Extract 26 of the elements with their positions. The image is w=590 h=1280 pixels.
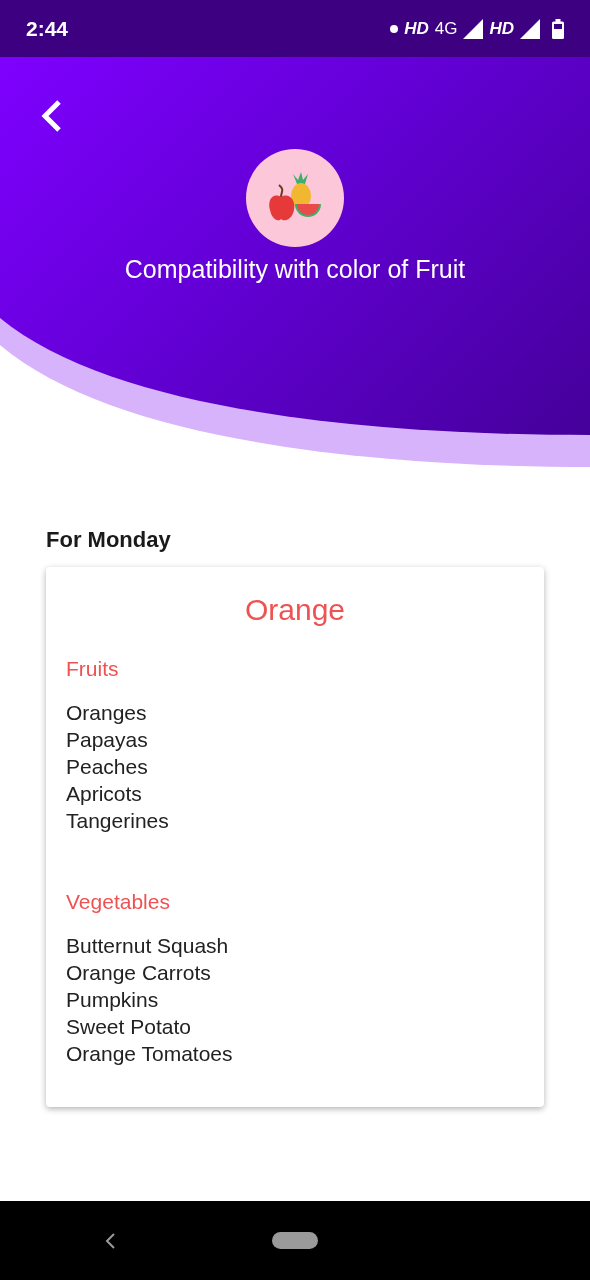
battery-icon bbox=[552, 18, 564, 39]
status-time: 2:44 bbox=[26, 16, 69, 41]
produce-item: Oranges bbox=[66, 700, 148, 726]
signal-icon bbox=[463, 18, 484, 39]
group-label: Vegetables bbox=[66, 890, 171, 914]
signal-icon bbox=[520, 18, 540, 39]
produce-item: Papayas bbox=[66, 727, 149, 753]
back-icon bbox=[40, 99, 64, 133]
header-title: Compatibility with color of Fruit bbox=[124, 255, 466, 284]
produce-item: Peaches bbox=[66, 754, 149, 780]
network-indicator: 4G bbox=[434, 18, 458, 39]
produce-item: Pumpkins bbox=[66, 987, 160, 1013]
network-indicator: HD bbox=[489, 18, 514, 39]
back-icon bbox=[104, 1231, 116, 1250]
color-name: Orange bbox=[243, 593, 347, 627]
home-button[interactable] bbox=[272, 1232, 318, 1249]
day-heading: For Monday bbox=[46, 527, 172, 553]
produce-item: Tangerines bbox=[66, 808, 170, 834]
group-label: Fruits bbox=[66, 657, 120, 681]
produce-item: Orange Carrots bbox=[66, 960, 212, 986]
produce-item: Butternut Squash bbox=[66, 933, 230, 959]
produce-item: Sweet Potato bbox=[66, 1014, 192, 1040]
produce-item: Orange Tomatoes bbox=[66, 1041, 234, 1067]
notification-dot-icon bbox=[390, 24, 399, 33]
network-indicator: HD bbox=[404, 18, 429, 39]
produce-item: Apricots bbox=[66, 781, 143, 807]
